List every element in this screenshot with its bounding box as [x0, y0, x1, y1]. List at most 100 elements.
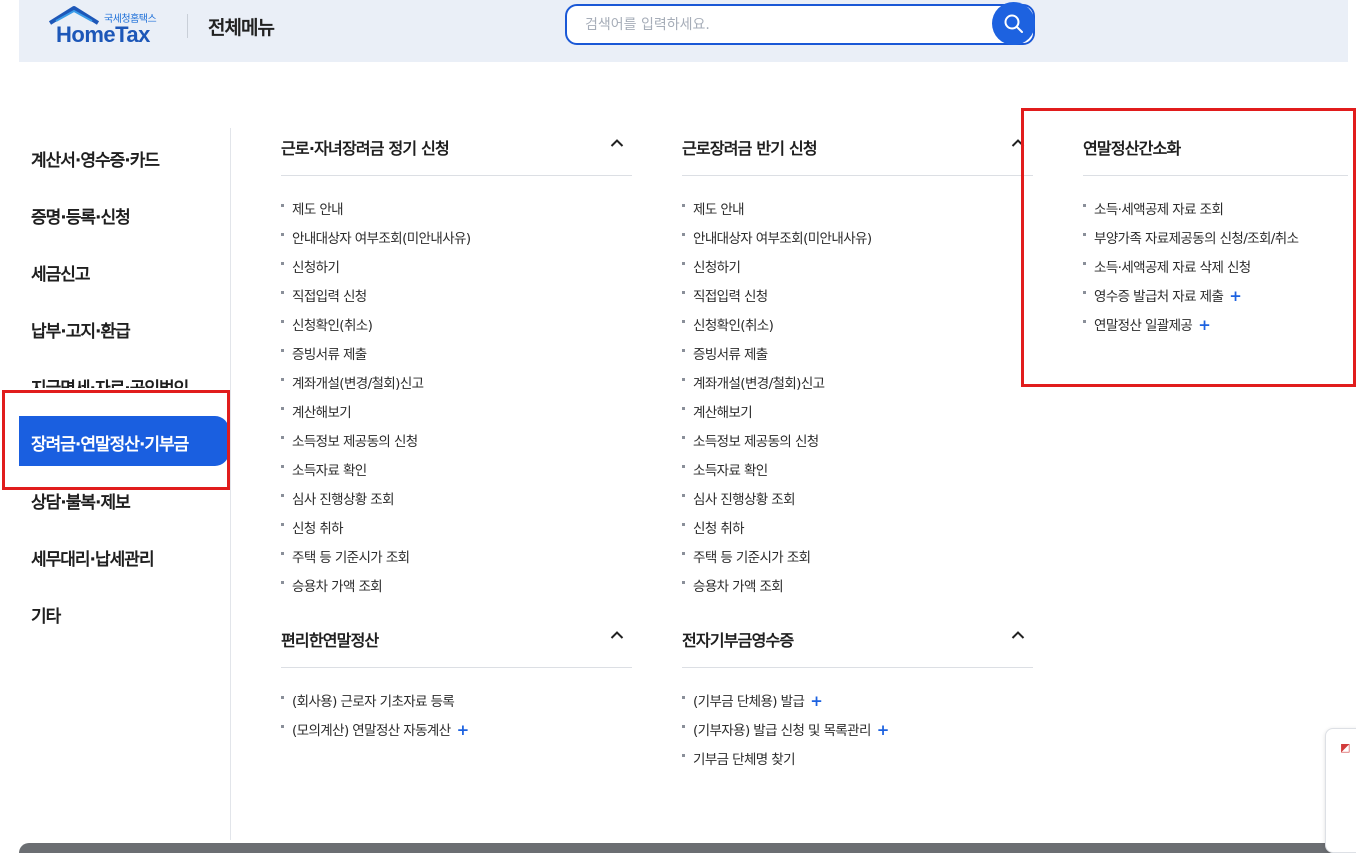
link-review-status[interactable]: 심사 진행상황 조회 — [682, 488, 872, 517]
link-calculate[interactable]: 계산해보기 — [682, 401, 872, 430]
search-input[interactable] — [583, 14, 983, 36]
link-account-registration[interactable]: 계좌개설(변경/철회)신고 — [682, 372, 872, 401]
link-find-donation-org[interactable]: 기부금 단체명 찾기 — [682, 748, 889, 777]
nav-item-payment-refund[interactable]: 납부·고지·환급 — [31, 317, 131, 342]
link-label: 주택 등 기준시가 조회 — [693, 550, 811, 566]
nav-item-tax-agent[interactable]: 세무대리·납세관리 — [31, 545, 155, 570]
link-direct-input-apply[interactable]: 직접입력 신청 — [682, 285, 872, 314]
link-withdraw-application[interactable]: 신청 취하 — [682, 517, 872, 546]
link-income-data-check[interactable]: 소득자료 확인 — [281, 459, 471, 488]
link-income-info-consent[interactable]: 소득정보 제공동의 신청 — [281, 430, 471, 459]
link-label: 신청확인(취소) — [693, 318, 774, 334]
link-label: 소득자료 확인 — [693, 463, 768, 479]
link-guidance-target-check[interactable]: 안내대상자 여부조회(미안내사유) — [682, 227, 872, 256]
plus-icon[interactable]: + — [810, 692, 823, 710]
highlight-box-nav — [2, 390, 230, 490]
chevron-up-icon[interactable] — [610, 630, 624, 640]
page-title: 전체메뉴 — [208, 17, 275, 39]
link-guidance-target-check[interactable]: 안내대상자 여부조회(미안내사유) — [281, 227, 471, 256]
link-label: 신청하기 — [693, 260, 741, 276]
search-button[interactable] — [992, 2, 1035, 45]
bullet — [682, 523, 685, 526]
link-list-col1-top: 제도 안내 안내대상자 여부조회(미안내사유) 신청하기 직접입력 신청 신청확… — [281, 198, 471, 604]
bullet — [281, 725, 284, 728]
link-employee-basic-data[interactable]: (회사용) 근로자 기초자료 등록 — [281, 690, 469, 719]
logo-english-text: HomeTax — [56, 22, 150, 47]
link-house-standard-price[interactable]: 주택 등 기준시가 조회 — [682, 546, 872, 575]
link-label: 안내대상자 여부조회(미안내사유) — [292, 231, 471, 247]
link-income-data-check[interactable]: 소득자료 확인 — [682, 459, 872, 488]
link-label: 소득정보 제공동의 신청 — [292, 434, 418, 450]
chevron-up-icon[interactable] — [610, 138, 624, 148]
link-system-guide[interactable]: 제도 안내 — [281, 198, 471, 227]
link-apply[interactable]: 신청하기 — [682, 256, 872, 285]
bullet — [281, 291, 284, 294]
link-label: 직접입력 신청 — [292, 289, 367, 305]
link-apply-confirm-cancel[interactable]: 신청확인(취소) — [281, 314, 471, 343]
link-donor-issue-request[interactable]: (기부자용) 발급 신청 및 목록관리 + — [682, 719, 889, 748]
highlight-box-yearend — [1021, 108, 1356, 387]
section-header-half-year-incentive: 근로장려금 반기 신청 — [682, 128, 1033, 176]
bullet — [682, 581, 685, 584]
link-donation-org-issue[interactable]: (기부금 단체용) 발급 + — [682, 690, 889, 719]
bullet — [682, 436, 685, 439]
bullet — [281, 204, 284, 207]
link-review-status[interactable]: 심사 진행상황 조회 — [281, 488, 471, 517]
link-yearend-auto-calc[interactable]: (모의계산) 연말정산 자동계산 + — [281, 719, 469, 748]
link-list-col2-top: 제도 안내 안내대상자 여부조회(미안내사유) 신청하기 직접입력 신청 신청확… — [682, 198, 872, 604]
link-label: (회사용) 근로자 기초자료 등록 — [292, 694, 455, 710]
link-label: 계산해보기 — [693, 405, 753, 421]
link-direct-input-apply[interactable]: 직접입력 신청 — [281, 285, 471, 314]
header-bar: 국세청홈택스 HomeTax 전체메뉴 — [19, 0, 1348, 62]
bullet — [682, 378, 685, 381]
link-system-guide[interactable]: 제도 안내 — [682, 198, 872, 227]
floating-widget[interactable]: ◩ — [1325, 728, 1356, 853]
link-apply-confirm-cancel[interactable]: 신청확인(취소) — [682, 314, 872, 343]
bullet — [682, 349, 685, 352]
nav-item-certificate-registration[interactable]: 증명·등록·신청 — [31, 203, 131, 228]
search-box[interactable] — [565, 4, 1035, 45]
link-label: (기부금 단체용) 발급 — [693, 694, 805, 710]
link-house-standard-price[interactable]: 주택 등 기준시가 조회 — [281, 546, 471, 575]
logo-divider — [187, 14, 188, 38]
bullet — [281, 581, 284, 584]
hometax-logo[interactable]: 국세청홈택스 HomeTax — [46, 5, 191, 47]
link-car-value[interactable]: 승용차 가액 조회 — [682, 575, 872, 604]
nav-item-invoice-receipt-card[interactable]: 계산서·영수증·카드 — [31, 146, 160, 171]
bullet — [682, 320, 685, 323]
plus-icon[interactable]: + — [877, 721, 890, 739]
link-label: 소득자료 확인 — [292, 463, 367, 479]
bullet — [281, 320, 284, 323]
bullet — [281, 436, 284, 439]
link-submit-evidence[interactable]: 증빙서류 제출 — [281, 343, 471, 372]
chevron-up-icon[interactable] — [1011, 630, 1025, 640]
widget-icon: ◩ — [1340, 741, 1351, 754]
link-label: 신청하기 — [292, 260, 340, 276]
section-title: 전자기부금영수증 — [682, 631, 794, 650]
bullet — [281, 523, 284, 526]
link-car-value[interactable]: 승용차 가액 조회 — [281, 575, 471, 604]
link-label: 계좌개설(변경/철회)신고 — [292, 376, 424, 392]
link-list-col2-bottom: (기부금 단체용) 발급 + (기부자용) 발급 신청 및 목록관리 + 기부금 단… — [682, 690, 889, 777]
bullet — [281, 407, 284, 410]
section-header-convenient-yearend: 편리한연말정산 — [281, 620, 632, 668]
bullet — [682, 494, 685, 497]
nav-item-payment-statement[interactable]: 지급명세·자료·공익법인 — [31, 374, 226, 388]
link-submit-evidence[interactable]: 증빙서류 제출 — [682, 343, 872, 372]
bullet — [682, 754, 685, 757]
bullet — [281, 552, 284, 555]
bullet — [281, 696, 284, 699]
plus-icon[interactable]: + — [457, 721, 470, 739]
link-account-registration[interactable]: 계좌개설(변경/철회)신고 — [281, 372, 471, 401]
link-label: 증빙서류 제출 — [693, 347, 768, 363]
bullet — [682, 552, 685, 555]
bullet — [281, 465, 284, 468]
link-apply[interactable]: 신청하기 — [281, 256, 471, 285]
nav-item-etc[interactable]: 기타 — [31, 602, 61, 627]
link-calculate[interactable]: 계산해보기 — [281, 401, 471, 430]
nav-item-consult-appeal-report[interactable]: 상담·불복·제보 — [31, 488, 131, 513]
nav-item-tax-filing[interactable]: 세금신고 — [31, 260, 91, 285]
link-withdraw-application[interactable]: 신청 취하 — [281, 517, 471, 546]
link-label: 계좌개설(변경/철회)신고 — [693, 376, 825, 392]
link-income-info-consent[interactable]: 소득정보 제공동의 신청 — [682, 430, 872, 459]
